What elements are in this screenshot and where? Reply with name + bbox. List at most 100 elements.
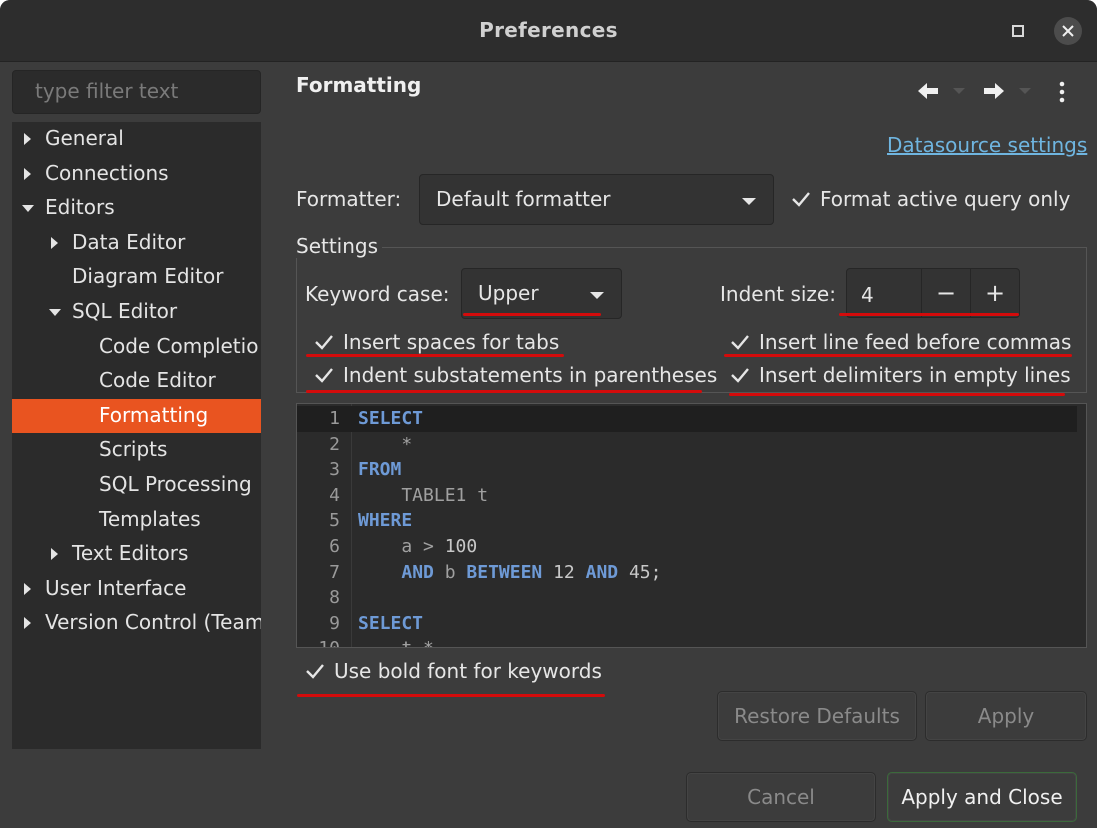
- tree-item[interactable]: SQL Processing: [12, 468, 261, 502]
- bold-keywords-checkbox[interactable]: Use bold font for keywords: [304, 659, 602, 683]
- checkmark-icon: [315, 335, 333, 350]
- tree-item[interactable]: Diagram Editor: [12, 260, 261, 294]
- tree-item-label: Diagram Editor: [72, 264, 224, 289]
- tree-item[interactable]: SQL Editor: [12, 295, 261, 329]
- code-text: SELECT: [358, 408, 423, 429]
- expanded-arrow-icon[interactable]: [22, 205, 34, 213]
- annotation-underline: [297, 694, 605, 697]
- filter-input[interactable]: type filter text: [12, 70, 261, 114]
- apply-button[interactable]: Apply: [925, 691, 1087, 741]
- tree-item[interactable]: Version Control (Team: [12, 606, 261, 640]
- code-text: a > 100: [358, 536, 477, 557]
- sql-token: 12: [542, 561, 586, 583]
- tree-item-label: Formatting: [99, 402, 209, 427]
- code-text: WHERE: [358, 510, 412, 531]
- back-arrow-icon[interactable]: [916, 80, 940, 102]
- line-number: 8: [329, 587, 340, 609]
- sql-keyword: SELECT: [358, 408, 424, 429]
- sql-keyword: WHERE: [358, 510, 413, 532]
- sql-token: *: [358, 433, 413, 455]
- window-title: Preferences: [479, 18, 618, 42]
- close-icon: [1062, 25, 1074, 37]
- line-feed-commas-label: Insert line feed before commas: [759, 330, 1072, 354]
- line-number: 4: [329, 484, 340, 506]
- tree-item[interactable]: Connections: [12, 157, 261, 191]
- close-button[interactable]: [1054, 17, 1082, 45]
- line-number: 5: [329, 510, 340, 532]
- restore-defaults-button[interactable]: Restore Defaults: [717, 691, 917, 741]
- checkmark-icon: [306, 664, 324, 679]
- code-line: 2 *: [297, 432, 1077, 458]
- collapsed-arrow-icon[interactable]: [24, 133, 31, 145]
- code-text: FROM: [358, 459, 401, 480]
- back-dropdown-icon[interactable]: [952, 87, 966, 95]
- collapsed-arrow-icon[interactable]: [51, 548, 58, 561]
- line-feed-commas-checkbox[interactable]: Insert line feed before commas: [729, 330, 1071, 354]
- apply-and-close-button[interactable]: Apply and Close: [887, 772, 1077, 822]
- indent-size-value[interactable]: 4: [861, 283, 874, 307]
- keyword-case-value: Upper: [478, 281, 539, 305]
- sql-keyword: FROM: [358, 459, 402, 481]
- forward-dropdown-icon[interactable]: [1018, 87, 1032, 95]
- sql-keyword: BETWEEN: [466, 561, 543, 583]
- tree-item[interactable]: Scripts: [12, 433, 261, 467]
- formatter-value: Default formatter: [436, 187, 611, 211]
- tree-item[interactable]: Code Completio: [12, 330, 261, 364]
- tree-item[interactable]: Editors: [12, 191, 261, 225]
- maximize-button[interactable]: [1004, 17, 1032, 45]
- tree-item[interactable]: Formatting: [12, 398, 261, 433]
- tree-item[interactable]: Code Editor: [12, 364, 261, 398]
- code-line: 7 AND b BETWEEN 12 AND 45;: [297, 560, 1077, 586]
- tree-item[interactable]: General: [12, 122, 261, 156]
- line-number: 9: [329, 612, 340, 634]
- annotation-underline: [839, 313, 1019, 316]
- collapsed-arrow-icon[interactable]: [24, 167, 31, 180]
- collapsed-arrow-icon[interactable]: [24, 617, 31, 630]
- decrement-button[interactable]: −: [921, 269, 971, 317]
- sql-token: 100: [444, 536, 478, 557]
- more-menu-icon[interactable]: [1058, 81, 1066, 103]
- tree-item[interactable]: User Interface: [12, 572, 261, 606]
- delimiters-empty-lines-checkbox[interactable]: Insert delimiters in empty lines: [729, 363, 1071, 387]
- expanded-arrow-icon[interactable]: [49, 309, 61, 316]
- tree-item[interactable]: Text Editors: [12, 537, 261, 571]
- format-active-query-checkbox[interactable]: Format active query only: [790, 187, 1070, 211]
- cancel-button[interactable]: Cancel: [686, 772, 876, 822]
- annotation-underline: [724, 354, 1072, 357]
- collapsed-arrow-icon[interactable]: [24, 582, 31, 595]
- settings-group-label: Settings: [296, 234, 383, 258]
- code-text: SELECT: [358, 613, 423, 634]
- tree-item[interactable]: Templates: [12, 503, 261, 537]
- tree-item-label: User Interface: [45, 575, 187, 600]
- code-line: 10 t.*: [297, 636, 1077, 647]
- collapsed-arrow-icon[interactable]: [51, 236, 58, 249]
- insert-spaces-checkbox[interactable]: Insert spaces for tabs: [313, 330, 559, 354]
- code-line: 5 WHERE: [297, 508, 1077, 534]
- sql-keyword: AND: [401, 561, 434, 583]
- scrollbar[interactable]: [1076, 404, 1086, 647]
- indent-size-stepper[interactable]: 4 − +: [846, 268, 1020, 318]
- tree-item[interactable]: Data Editor: [12, 226, 261, 260]
- code-line: 8: [297, 585, 1077, 611]
- code-line: 9 SELECT: [297, 611, 1077, 637]
- sql-keyword: SELECT: [358, 612, 424, 634]
- tree-item-label: Data Editor: [72, 229, 186, 254]
- line-number: 1: [329, 408, 340, 429]
- preferences-window: Preferences type filter text General Conn…: [0, 0, 1097, 828]
- checkmark-icon: [792, 192, 810, 207]
- title-bar: Preferences: [0, 0, 1097, 62]
- formatter-select[interactable]: Default formatter: [419, 174, 774, 225]
- increment-button[interactable]: +: [970, 269, 1020, 317]
- forward-arrow-icon[interactable]: [982, 80, 1006, 102]
- keyword-case-select[interactable]: Upper: [461, 268, 622, 319]
- tree-item-label: Templates: [99, 506, 201, 531]
- datasource-settings-link[interactable]: Datasource settings: [887, 133, 1087, 157]
- format-active-query-label: Format active query only: [820, 187, 1071, 211]
- tree-item-label: Editors: [45, 195, 115, 220]
- tree-item-label: Text Editors: [72, 541, 189, 566]
- tree-item-label: General: [45, 126, 124, 150]
- checkmark-icon: [731, 368, 749, 383]
- sql-preview-editor[interactable]: 1 SELECT 2 * 3 FROM 4 TABLE1 t 5 WHERE 6 a > 100…: [296, 403, 1087, 648]
- indent-substatements-checkbox[interactable]: Indent substatements in parentheses: [313, 363, 717, 387]
